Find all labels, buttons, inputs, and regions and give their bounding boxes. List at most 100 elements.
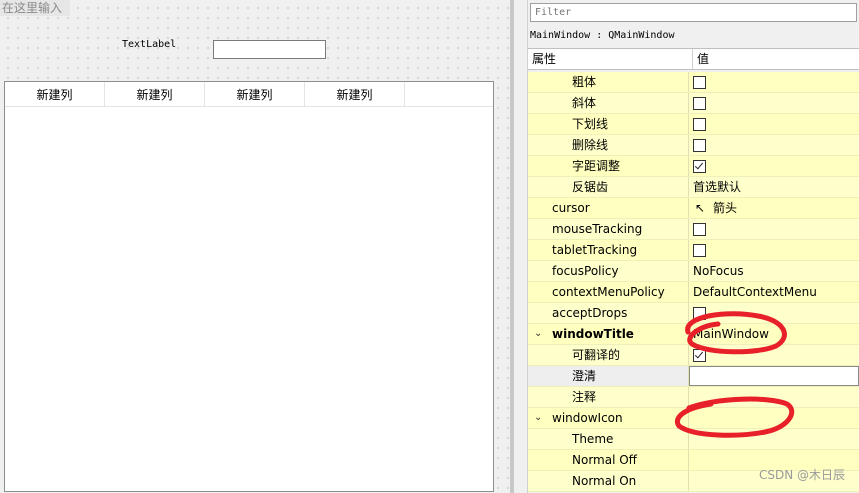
property-row[interactable]: Theme xyxy=(528,429,859,450)
property-column-header[interactable]: 属性 xyxy=(528,49,693,69)
property-name-cell[interactable]: cursor xyxy=(528,198,689,218)
checkbox-checked[interactable] xyxy=(693,349,706,362)
table-column-header[interactable]: 新建列 xyxy=(105,82,205,106)
property-row[interactable]: focusPolicy NoFocus xyxy=(528,261,859,282)
property-value-cell[interactable]: DefaultContextMenu xyxy=(689,282,859,302)
property-name-cell[interactable]: Normal Off xyxy=(528,450,689,470)
chevron-down-icon[interactable]: ⌄ xyxy=(534,408,542,428)
property-value-cell[interactable] xyxy=(689,156,859,176)
checkbox[interactable] xyxy=(693,139,706,152)
property-value-cell[interactable] xyxy=(689,345,859,365)
property-row[interactable]: contextMenuPolicy DefaultContextMenu xyxy=(528,282,859,303)
checkbox[interactable] xyxy=(693,97,706,110)
property-value-cell[interactable] xyxy=(689,135,859,155)
scrollbar-thumb[interactable] xyxy=(510,0,514,493)
value-column-header[interactable]: 值 xyxy=(693,49,859,69)
property-name-cell[interactable]: 字距调整 xyxy=(528,156,689,176)
property-row[interactable]: 斜体 xyxy=(528,93,859,114)
property-name: Theme xyxy=(572,432,614,446)
property-name-cell[interactable]: acceptDrops xyxy=(528,303,689,323)
property-name: cursor xyxy=(552,201,590,215)
menu-bar-placeholder[interactable]: 在这里输入 xyxy=(0,0,71,16)
property-name-cell[interactable]: ⌄ windowIcon xyxy=(528,408,689,428)
property-row[interactable]: 澄清 xyxy=(528,366,859,387)
property-value-cell[interactable] xyxy=(689,93,859,113)
property-row[interactable]: 粗体 xyxy=(528,72,859,93)
checkbox[interactable] xyxy=(693,307,706,320)
property-row[interactable]: 注释 xyxy=(528,387,859,408)
table-column-header[interactable]: 新建列 xyxy=(5,82,105,106)
property-name-cell[interactable]: focusPolicy xyxy=(528,261,689,281)
value-edit-field[interactable] xyxy=(689,366,859,386)
property-name: mouseTracking xyxy=(552,222,643,236)
property-value-cell[interactable] xyxy=(689,429,859,449)
property-name: focusPolicy xyxy=(552,264,619,278)
text-label-widget[interactable]: TextLabel xyxy=(122,39,176,50)
vertical-scrollbar[interactable] xyxy=(512,0,528,493)
property-value-cell[interactable] xyxy=(689,72,859,92)
arrow-cursor-icon: ↖ xyxy=(694,201,706,215)
property-row[interactable]: tabletTracking xyxy=(528,240,859,261)
property-name-cell[interactable]: 反锯齿 xyxy=(528,177,689,197)
property-value-cell[interactable]: NoFocus xyxy=(689,261,859,281)
property-row[interactable]: mouseTracking xyxy=(528,219,859,240)
property-row[interactable]: cursor ↖ 箭头 xyxy=(528,198,859,219)
property-row[interactable]: 可翻译的 xyxy=(528,345,859,366)
property-name-cell[interactable]: 注释 xyxy=(528,387,689,407)
property-row[interactable]: 反锯齿 首选默认 xyxy=(528,177,859,198)
property-row[interactable]: ⌄ windowIcon xyxy=(528,408,859,429)
property-value-cell[interactable] xyxy=(689,219,859,239)
property-row[interactable]: 下划线 xyxy=(528,114,859,135)
property-value-cell[interactable] xyxy=(689,408,859,428)
property-value-cell[interactable] xyxy=(689,114,859,134)
property-value-cell[interactable] xyxy=(689,303,859,323)
property-value-cell[interactable] xyxy=(689,240,859,260)
property-name: 澄清 xyxy=(572,369,597,383)
property-name-cell[interactable]: tabletTracking xyxy=(528,240,689,260)
property-value: NoFocus xyxy=(693,264,744,278)
property-name-cell[interactable]: 可翻译的 xyxy=(528,345,689,365)
property-row[interactable]: 字距调整 xyxy=(528,156,859,177)
table-widget[interactable]: 新建列 新建列 新建列 新建列 xyxy=(4,81,494,492)
filter-input[interactable] xyxy=(530,3,857,22)
checkbox[interactable] xyxy=(693,223,706,236)
property-name-cell[interactable]: contextMenuPolicy xyxy=(528,282,689,302)
property-editor: MainWindow : QMainWindow 属性 值 粗体斜体下划线删除线… xyxy=(528,0,859,493)
chevron-down-icon[interactable]: ⌄ xyxy=(534,324,542,344)
property-name: tabletTracking xyxy=(552,243,638,257)
line-edit-widget[interactable] xyxy=(213,40,326,59)
property-value: 箭头 xyxy=(713,201,738,215)
property-name: contextMenuPolicy xyxy=(552,285,665,299)
property-name: Normal Off xyxy=(572,453,637,467)
property-name-cell[interactable]: mouseTracking xyxy=(528,219,689,239)
table-column-header[interactable]: 新建列 xyxy=(205,82,305,106)
property-value: MainWindow xyxy=(693,327,769,341)
table-column-header[interactable]: 新建列 xyxy=(305,82,405,106)
property-name-cell[interactable]: 删除线 xyxy=(528,135,689,155)
checkbox[interactable] xyxy=(693,76,706,89)
table-header: 新建列 新建列 新建列 新建列 xyxy=(5,82,493,107)
property-value-cell[interactable]: ↖ 箭头 xyxy=(689,198,859,218)
property-name-cell[interactable]: ⌄ windowTitle xyxy=(528,324,689,344)
property-name: 字距调整 xyxy=(572,159,621,173)
property-row[interactable]: ⌄ windowTitle MainWindow xyxy=(528,324,859,345)
property-row[interactable]: 删除线 xyxy=(528,135,859,156)
property-name-cell[interactable]: 斜体 xyxy=(528,93,689,113)
property-value-cell[interactable]: MainWindow xyxy=(689,324,859,344)
property-name-cell[interactable]: Theme xyxy=(528,429,689,449)
property-name: 可翻译的 xyxy=(572,348,621,362)
checkbox[interactable] xyxy=(693,244,706,257)
property-name-cell[interactable]: 澄清 xyxy=(528,366,689,386)
property-row[interactable]: acceptDrops xyxy=(528,303,859,324)
form-canvas[interactable]: 在这里输入 TextLabel 新建列 新建列 新建列 新建列 xyxy=(0,0,512,493)
property-value-cell[interactable] xyxy=(689,387,859,407)
property-name: 反锯齿 xyxy=(572,180,609,194)
property-name-cell[interactable]: Normal On xyxy=(528,471,689,491)
checkbox-checked[interactable] xyxy=(693,160,706,173)
property-value-cell[interactable]: 首选默认 xyxy=(689,177,859,197)
property-name-cell[interactable]: 粗体 xyxy=(528,72,689,92)
property-rows: 粗体 斜体 下划线 删除线字距调整反锯齿 首选默认 cursor ↖ 箭头 mouseTrack… xyxy=(528,72,859,492)
checkbox[interactable] xyxy=(693,118,706,131)
property-name-cell[interactable]: 下划线 xyxy=(528,114,689,134)
property-value-cell[interactable] xyxy=(689,366,859,386)
